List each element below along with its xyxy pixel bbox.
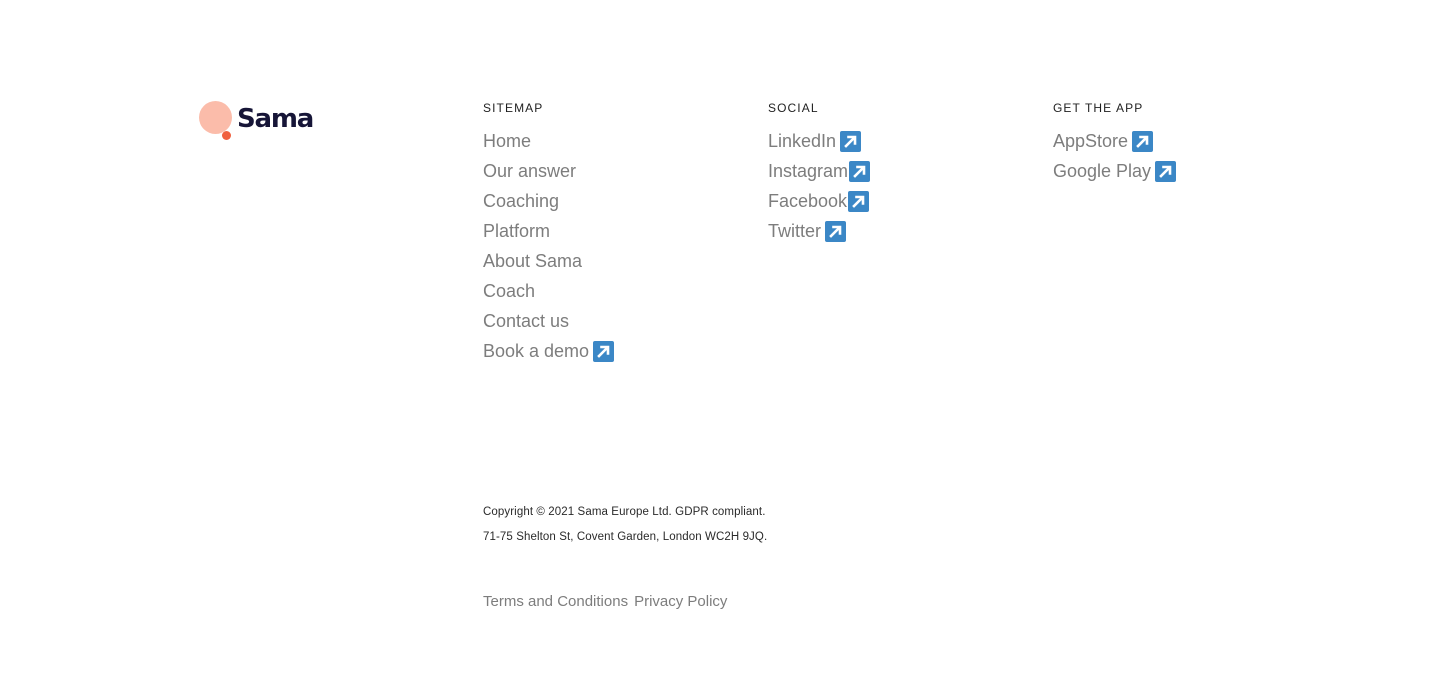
social-column: SOCIAL LinkedIn Instagram Facebook Twitt… xyxy=(768,101,871,249)
app-link-appstore[interactable]: AppStore xyxy=(1053,129,1176,159)
link-label: Contact us xyxy=(483,311,570,331)
get-the-app-heading: GET THE APP xyxy=(1053,101,1144,115)
external-link-icon xyxy=(1132,131,1154,152)
link-label: Coach xyxy=(483,281,536,301)
sitemap-link-coaching[interactable]: Coaching xyxy=(483,189,614,219)
social-link-facebook[interactable]: Facebook xyxy=(768,189,870,219)
sitemap-link-coach[interactable]: Coach xyxy=(483,279,614,309)
sitemap-heading: SITEMAP xyxy=(483,101,544,115)
social-link-twitter[interactable]: Twitter xyxy=(768,219,870,249)
legal-info: Copyright © 2021 Sama Europe Ltd. GDPR c… xyxy=(483,503,767,553)
link-label: Twitter xyxy=(768,221,822,241)
get-the-app-column: GET THE APP AppStore Google Play xyxy=(1053,101,1177,189)
external-link-icon xyxy=(840,131,862,152)
external-link-icon xyxy=(593,341,615,362)
link-label: LinkedIn xyxy=(768,131,837,151)
sitemap-link-book-a-demo[interactable]: Book a demo xyxy=(483,339,615,369)
footer-links: Terms and Conditions Privacy Policy xyxy=(483,592,733,612)
link-label: Google Play xyxy=(1053,161,1152,181)
link-label: Instagram xyxy=(768,161,849,181)
sama-logo[interactable]: Sama xyxy=(199,100,314,142)
external-link-icon xyxy=(1155,161,1177,182)
external-link-icon xyxy=(848,191,870,212)
link-label: Home xyxy=(483,131,532,151)
sitemap-link-home[interactable]: Home xyxy=(483,129,614,159)
copyright-text: Copyright © 2021 Sama Europe Ltd. GDPR c… xyxy=(483,506,766,518)
address-text: 71-75 Shelton St, Covent Garden, London … xyxy=(483,531,768,543)
social-link-instagram[interactable]: Instagram xyxy=(768,159,871,189)
sitemap-list: Home Our answer Coaching Platform About … xyxy=(483,129,615,369)
link-label: Platform xyxy=(483,221,551,241)
link-label: Our answer xyxy=(483,161,577,181)
privacy-policy-link[interactable]: Privacy Policy xyxy=(634,592,727,612)
sitemap-link-our-answer[interactable]: Our answer xyxy=(483,159,614,189)
sitemap-link-platform[interactable]: Platform xyxy=(483,219,614,249)
sitemap-column: SITEMAP Home Our answer Coaching Platfor… xyxy=(483,101,615,369)
app-list: AppStore Google Play xyxy=(1053,129,1177,189)
external-link-icon xyxy=(849,161,871,182)
social-heading: SOCIAL xyxy=(768,101,819,115)
link-label: Facebook xyxy=(768,191,848,211)
link-label: Coaching xyxy=(483,191,560,211)
external-link-icon xyxy=(825,221,847,242)
link-label: Book a demo xyxy=(483,341,590,361)
social-list: LinkedIn Instagram Facebook Twitter xyxy=(768,129,871,249)
link-label: AppStore xyxy=(1053,131,1129,151)
sitemap-link-about-sama[interactable]: About Sama xyxy=(483,249,614,279)
terms-and-conditions-link[interactable]: Terms and Conditions xyxy=(483,592,628,612)
app-link-google-play[interactable]: Google Play xyxy=(1053,159,1177,189)
sitemap-link-contact-us[interactable]: Contact us xyxy=(483,309,614,339)
link-label: About Sama xyxy=(483,251,583,271)
logo-text: Sama xyxy=(237,104,314,134)
logo-mark-icon xyxy=(199,101,233,141)
social-link-linkedin[interactable]: LinkedIn xyxy=(768,129,870,159)
